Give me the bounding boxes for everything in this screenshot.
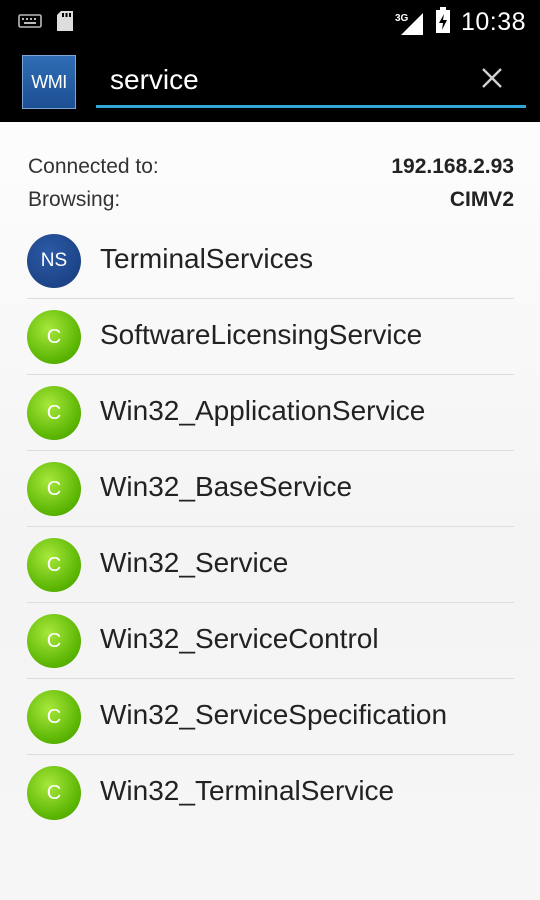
namespace-icon: NS: [27, 234, 81, 288]
item-label: TerminalServices: [100, 243, 314, 274]
keyboard-icon: [18, 13, 42, 34]
sd-card-icon: [56, 10, 74, 37]
list-item[interactable]: C Win32_TerminalService: [27, 754, 514, 830]
close-icon[interactable]: [476, 62, 508, 94]
browsing-value: CIMV2: [449, 188, 514, 211]
browsing-label: Browsing:: [28, 188, 121, 211]
list-item[interactable]: NS TerminalServices: [27, 223, 514, 298]
list-item[interactable]: C Win32_ServiceControl: [27, 602, 514, 678]
class-icon: C: [27, 614, 81, 668]
app-logo[interactable]: WMI: [22, 55, 76, 109]
results-list: NS TerminalServices C SoftwareLicensingS…: [27, 223, 514, 830]
browsing-row: Browsing: CIMV2: [28, 188, 514, 214]
clock: 10:38: [460, 8, 526, 36]
search-input[interactable]: service: [110, 64, 199, 96]
class-icon: C: [27, 766, 81, 820]
signal-icon: 3G: [395, 9, 425, 37]
class-icon: C: [27, 690, 81, 744]
item-label: Win32_ApplicationService: [100, 395, 426, 426]
item-label: Win32_TerminalService: [100, 775, 395, 806]
class-icon: C: [27, 462, 81, 516]
list-item[interactable]: C Win32_ApplicationService: [27, 374, 514, 450]
class-icon: C: [27, 310, 81, 364]
list-item[interactable]: C SoftwareLicensingService: [27, 298, 514, 374]
item-label: SoftwareLicensingService: [100, 319, 423, 350]
connected-label: Connected to:: [28, 155, 159, 178]
class-icon: C: [27, 538, 81, 592]
status-bar: 3G 10:38: [0, 0, 540, 42]
connection-row: Connected to: 192.168.2.93: [28, 155, 514, 181]
class-icon: C: [27, 386, 81, 440]
item-label: Win32_BaseService: [100, 471, 353, 502]
list-item[interactable]: C Win32_BaseService: [27, 450, 514, 526]
list-item[interactable]: C Win32_ServiceSpecification: [27, 678, 514, 754]
battery-charging-icon: [435, 6, 451, 39]
item-label: Win32_ServiceControl: [100, 623, 379, 654]
search-field[interactable]: service: [96, 54, 526, 108]
action-bar: WMI service: [0, 42, 540, 122]
item-label: Win32_ServiceSpecification: [100, 699, 448, 730]
connected-value: 192.168.2.93: [391, 155, 514, 178]
list-item[interactable]: C Win32_Service: [27, 526, 514, 602]
item-label: Win32_Service: [100, 547, 289, 578]
